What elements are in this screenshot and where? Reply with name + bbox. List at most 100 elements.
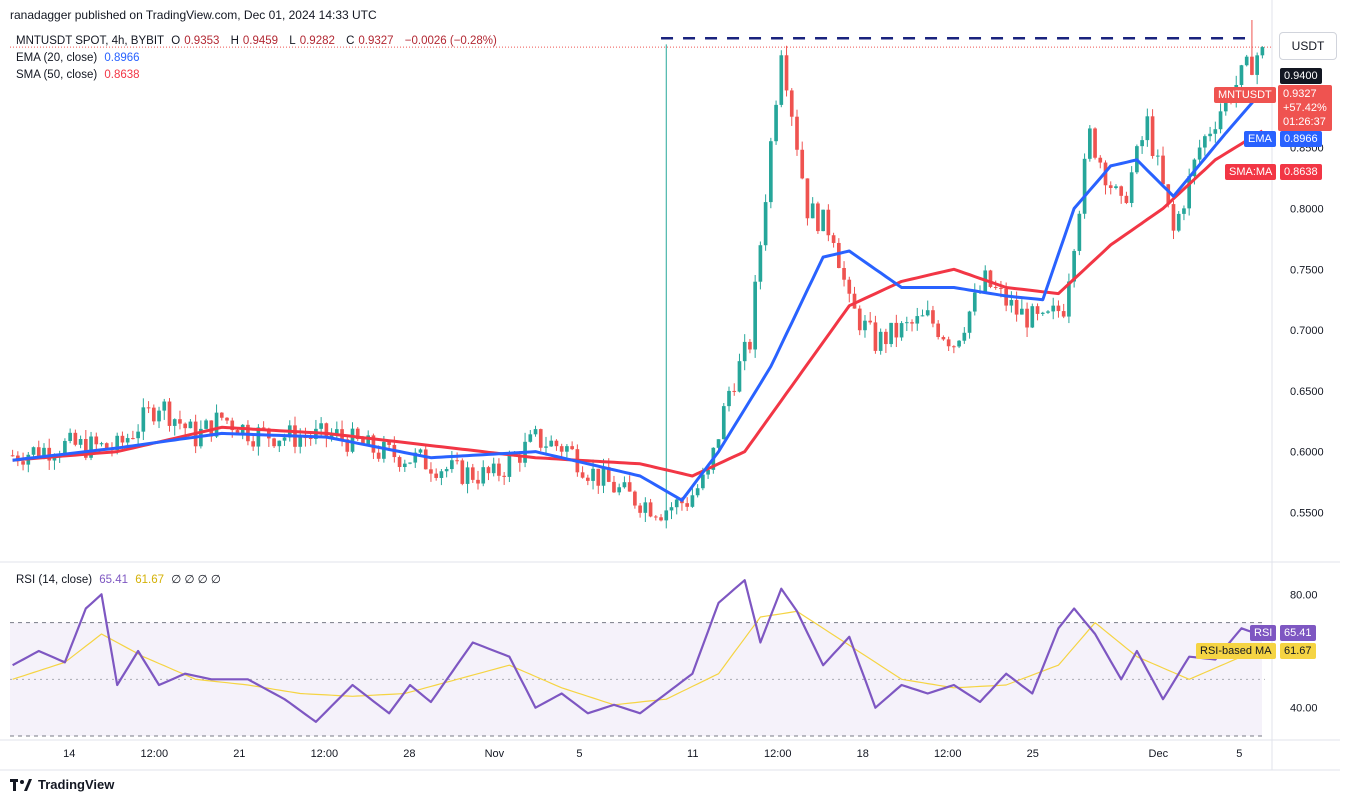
candle-body bbox=[695, 488, 700, 496]
candle-body bbox=[836, 242, 841, 269]
candle-body bbox=[350, 428, 355, 452]
candle-body bbox=[73, 432, 78, 445]
candle-body bbox=[789, 90, 794, 117]
candle-body bbox=[601, 467, 606, 486]
candle-body bbox=[1051, 305, 1056, 312]
candle-body bbox=[1040, 312, 1045, 314]
candle-body bbox=[685, 503, 690, 507]
y-tick-label: 0.7000 bbox=[1290, 325, 1324, 337]
candle-body bbox=[1150, 116, 1155, 156]
candle-body bbox=[397, 457, 402, 468]
candle-body bbox=[863, 320, 867, 331]
candle-body bbox=[178, 419, 182, 424]
candle-body bbox=[1020, 308, 1024, 315]
candle-body bbox=[821, 209, 825, 232]
y-tick-label: 0.6500 bbox=[1290, 386, 1324, 398]
candle-body bbox=[993, 286, 998, 288]
candle-body bbox=[491, 463, 496, 474]
candle-body bbox=[565, 446, 569, 452]
x-tick-label: 11 bbox=[687, 748, 698, 760]
x-tick-label: 14 bbox=[63, 748, 75, 760]
candle-body bbox=[151, 407, 156, 422]
candle-body bbox=[591, 468, 595, 481]
candle-body bbox=[408, 462, 412, 464]
candle-body bbox=[596, 468, 601, 486]
candle-body bbox=[1087, 128, 1092, 159]
candle-body bbox=[659, 517, 663, 521]
candle-body bbox=[894, 322, 899, 338]
candle-body bbox=[962, 332, 967, 341]
candle-body bbox=[1035, 306, 1040, 314]
rsi-pane bbox=[10, 579, 1265, 737]
candle-body bbox=[842, 268, 846, 280]
candle-body bbox=[1093, 128, 1097, 158]
chart-canvas[interactable]: 0.85000.80000.75000.70000.65000.60000.55… bbox=[0, 0, 1350, 803]
candle-body bbox=[1176, 213, 1181, 231]
candle-body bbox=[1140, 140, 1144, 147]
y-tick-label: 0.5500 bbox=[1290, 507, 1324, 519]
price-pane bbox=[10, 20, 1272, 529]
candle-body bbox=[1161, 155, 1165, 185]
rsi-ma-tag: RSI-based MA bbox=[1196, 643, 1276, 659]
candle-body bbox=[1030, 306, 1035, 328]
candle-body bbox=[1114, 186, 1118, 188]
candle-body bbox=[957, 340, 961, 347]
candle-body bbox=[282, 437, 287, 441]
ema-tag: EMA bbox=[1244, 131, 1276, 147]
candle-body bbox=[748, 341, 752, 350]
candle-body bbox=[497, 463, 501, 476]
sma-50-line bbox=[12, 129, 1264, 478]
candle-body bbox=[946, 339, 951, 347]
candle-body bbox=[732, 390, 737, 392]
x-tick-label: 28 bbox=[403, 748, 415, 760]
candle-body bbox=[172, 419, 177, 426]
candle-body bbox=[1014, 300, 1019, 315]
x-tick-label: 18 bbox=[857, 748, 869, 760]
candle-body bbox=[1119, 186, 1124, 196]
candle-body bbox=[721, 406, 726, 440]
candle-body bbox=[810, 203, 815, 219]
candle-body bbox=[816, 203, 820, 232]
candle-body bbox=[120, 435, 125, 443]
candle-body bbox=[1025, 308, 1029, 328]
candle-body bbox=[868, 320, 873, 323]
candle-body bbox=[146, 407, 151, 409]
candle-body bbox=[899, 323, 904, 338]
x-tick-label: 12:00 bbox=[141, 748, 169, 760]
candle-body bbox=[999, 287, 1003, 289]
candle-body bbox=[920, 315, 925, 317]
candle-body bbox=[763, 202, 768, 246]
candle-body bbox=[669, 507, 674, 511]
candle-body bbox=[1213, 129, 1218, 134]
candle-body bbox=[21, 461, 25, 465]
tradingview-logo[interactable]: TradingView bbox=[10, 777, 114, 792]
candle-body bbox=[423, 449, 428, 470]
candle-body bbox=[664, 510, 669, 521]
sma-tag: SMA:MA bbox=[1225, 164, 1277, 180]
candle-body bbox=[1056, 305, 1061, 312]
candle-body bbox=[486, 467, 491, 474]
tradingview-icon bbox=[10, 778, 32, 791]
candle-body bbox=[465, 467, 470, 484]
candle-body bbox=[157, 410, 161, 422]
rsi-legend[interactable]: RSI (14, close) 65.41 61.67 ∅ ∅ ∅ ∅ bbox=[16, 572, 225, 586]
candle-body bbox=[99, 443, 104, 445]
candle-body bbox=[78, 438, 83, 445]
candle-body bbox=[162, 401, 167, 411]
candle-body bbox=[1239, 65, 1244, 86]
candle-body bbox=[251, 441, 255, 447]
rsi-value-tag: 65.41 bbox=[1280, 625, 1316, 641]
candle-body bbox=[622, 482, 627, 488]
candle-body bbox=[455, 460, 459, 462]
candle-body bbox=[1218, 111, 1223, 130]
candle-body bbox=[298, 437, 303, 447]
candle-body bbox=[967, 311, 972, 333]
candle-body bbox=[878, 331, 883, 351]
candle-body bbox=[716, 439, 721, 448]
candle-body bbox=[643, 502, 648, 513]
candle-body bbox=[1108, 185, 1113, 188]
candle-body bbox=[648, 502, 653, 517]
candle-body bbox=[429, 469, 433, 474]
candle-body bbox=[1244, 56, 1249, 66]
candle-body bbox=[1197, 147, 1202, 160]
